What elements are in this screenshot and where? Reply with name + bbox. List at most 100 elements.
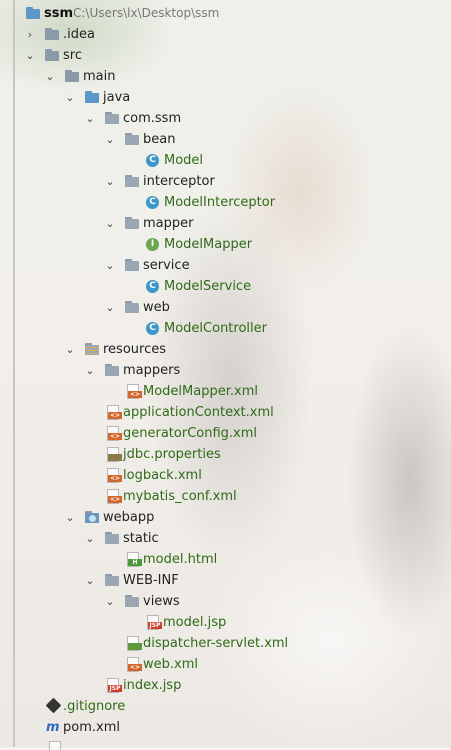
tree-row-logback-xml[interactable]: <> logback.xml	[0, 465, 451, 486]
tree-row-main[interactable]: ⌄ main	[0, 66, 451, 87]
tree-row-index-jsp[interactable]: JSP index.jsp	[0, 675, 451, 696]
expand-arrow-icon[interactable]: ⌄	[64, 87, 76, 108]
folder-icon	[44, 27, 60, 42]
xml-badge: <>	[128, 391, 142, 398]
tree-item-label: .gitignore	[63, 699, 126, 714]
expand-arrow-icon[interactable]: ⌄	[104, 591, 116, 612]
interface-letter: I	[146, 238, 159, 251]
tree-row-jdbc-properties[interactable]: jdbc.properties	[0, 444, 451, 465]
tree-item-label: ModelService	[164, 279, 252, 294]
web-xml-file-icon: <>	[125, 657, 142, 672]
tree-row-generatorconfig-xml[interactable]: <> generatorConfig.xml	[0, 423, 451, 444]
expand-arrow-icon[interactable]: ⌄	[104, 255, 116, 276]
tree-row-mybatis-conf-xml[interactable]: <> mybatis_conf.xml	[0, 486, 451, 507]
folder-icon	[104, 573, 120, 588]
root-path: C:\Users\lx\Desktop\ssm	[73, 6, 220, 20]
xml-file-icon: <>	[125, 384, 142, 399]
class-letter: C	[146, 280, 159, 293]
tree-item-label: WEB-INF	[123, 573, 179, 588]
tree-row-java[interactable]: ⌄ java	[0, 87, 451, 108]
maven-letter: m	[46, 720, 60, 735]
tree-row-interceptor[interactable]: ⌄ interceptor	[0, 171, 451, 192]
tree-item-label: main	[83, 69, 116, 84]
tree-row-web-inf[interactable]: ⌄ WEB-INF	[0, 570, 451, 591]
tree-row-model-service[interactable]: C ModelService	[0, 276, 451, 297]
tree-item-label: interceptor	[143, 174, 215, 189]
tree-row-views[interactable]: ⌄ views	[0, 591, 451, 612]
expand-arrow-icon[interactable]: ⌄	[64, 339, 76, 360]
tree-row-model-interceptor[interactable]: C ModelInterceptor	[0, 192, 451, 213]
tree-item-label: pom.xml	[63, 720, 120, 735]
resources-folder-icon	[84, 342, 100, 357]
expand-arrow-icon[interactable]: ⌄	[44, 66, 56, 87]
xml-badge: <>	[108, 412, 122, 419]
tree-row-web[interactable]: ⌄ web	[0, 297, 451, 318]
expand-arrow-icon[interactable]: ⌄	[64, 507, 76, 528]
tree-row-service[interactable]: ⌄ service	[0, 255, 451, 276]
expand-arrow-icon[interactable]: ⌄	[84, 360, 96, 381]
expand-arrow-icon[interactable]: ⌄	[84, 570, 96, 591]
package-icon	[124, 174, 140, 189]
package-icon	[104, 111, 120, 126]
tree-item-label: bean	[143, 132, 176, 147]
xml-file-icon: <>	[105, 489, 122, 504]
tree-item-label: model.jsp	[163, 615, 227, 630]
tree-row-model-html[interactable]: H model.html	[0, 549, 451, 570]
expand-arrow-icon[interactable]: ⌄	[84, 528, 96, 549]
tree-row-gitignore[interactable]: .gitignore	[0, 696, 451, 717]
root-label: ssm	[44, 6, 74, 21]
html-file-icon: H	[125, 552, 142, 567]
tree-item-label: mapper	[143, 216, 194, 231]
tree-row-bean[interactable]: ⌄ bean	[0, 129, 451, 150]
tree-row-pom-xml[interactable]: m pom.xml	[0, 717, 451, 738]
tree-row-mappers[interactable]: ⌄ mappers	[0, 360, 451, 381]
jsp-file-icon: JSP	[145, 615, 162, 630]
tree-row-model-jsp[interactable]: JSP model.jsp	[0, 612, 451, 633]
tree-item-label: generatorConfig.xml	[123, 426, 258, 441]
tree-item-label: ModelInterceptor	[164, 195, 276, 210]
class-letter: C	[146, 322, 159, 335]
package-icon	[124, 300, 140, 315]
project-tree[interactable]: ⌄ ssm C:\Users\lx\Desktop\ssm › .idea ⌄ …	[0, 3, 451, 750]
collapse-arrow-icon[interactable]: ›	[24, 24, 36, 45]
class-icon: C	[145, 153, 161, 168]
package-icon	[124, 216, 140, 231]
tree-row-static[interactable]: ⌄ static	[0, 528, 451, 549]
tree-row-dispatcher-servlet-xml[interactable]: dispatcher-servlet.xml	[0, 633, 451, 654]
expand-arrow-icon[interactable]: ⌄	[24, 45, 36, 66]
tree-item-label: .idea	[63, 27, 95, 42]
expand-arrow-icon[interactable]: ⌄	[104, 171, 116, 192]
tree-row-web-xml[interactable]: <> web.xml	[0, 654, 451, 675]
tree-row-resources[interactable]: ⌄ resources	[0, 339, 451, 360]
xml-file-icon: <>	[105, 426, 122, 441]
tree-item-label: src	[63, 48, 82, 63]
tree-row-modelmapper-xml[interactable]: <> ModelMapper.xml	[0, 381, 451, 402]
tree-row-webapp[interactable]: ⌄ webapp	[0, 507, 451, 528]
tree-row-com-ssm[interactable]: ⌄ com.ssm	[0, 108, 451, 129]
expand-arrow-icon[interactable]: ⌄	[104, 129, 116, 150]
tree-row-mapper[interactable]: ⌄ mapper	[0, 213, 451, 234]
tree-row-idea[interactable]: › .idea	[0, 24, 451, 45]
tree-item-label: service	[143, 258, 190, 273]
spring-xml-file-icon	[125, 636, 142, 651]
expand-arrow-icon[interactable]: ⌄	[84, 108, 96, 129]
tree-item-label: ModelController	[164, 321, 267, 336]
package-icon	[124, 132, 140, 147]
expand-arrow-icon[interactable]: ⌄	[104, 297, 116, 318]
tree-item-label: ModelMapper	[164, 237, 253, 252]
tree-item-label: ModelMapper.xml	[143, 384, 258, 399]
tree-row-applicationcontext-xml[interactable]: <> applicationContext.xml	[0, 402, 451, 423]
tree-item-label: web.xml	[143, 657, 198, 672]
class-icon: C	[145, 279, 161, 294]
tree-row-model[interactable]: C Model	[0, 150, 451, 171]
tree-row-src[interactable]: ⌄ src	[0, 45, 451, 66]
module-folder-icon	[25, 6, 41, 21]
tree-row-model-mapper[interactable]: I ModelMapper	[0, 234, 451, 255]
class-letter: C	[146, 196, 159, 209]
tree-row-model-controller[interactable]: C ModelController	[0, 318, 451, 339]
expand-arrow-icon[interactable]: ⌄	[104, 213, 116, 234]
tree-row-ssm[interactable]: ⌄ ssm C:\Users\lx\Desktop\ssm	[0, 3, 451, 24]
properties-file-icon	[105, 447, 122, 462]
tree-item-label: dispatcher-servlet.xml	[143, 636, 289, 651]
tree-item-label: java	[103, 90, 131, 105]
